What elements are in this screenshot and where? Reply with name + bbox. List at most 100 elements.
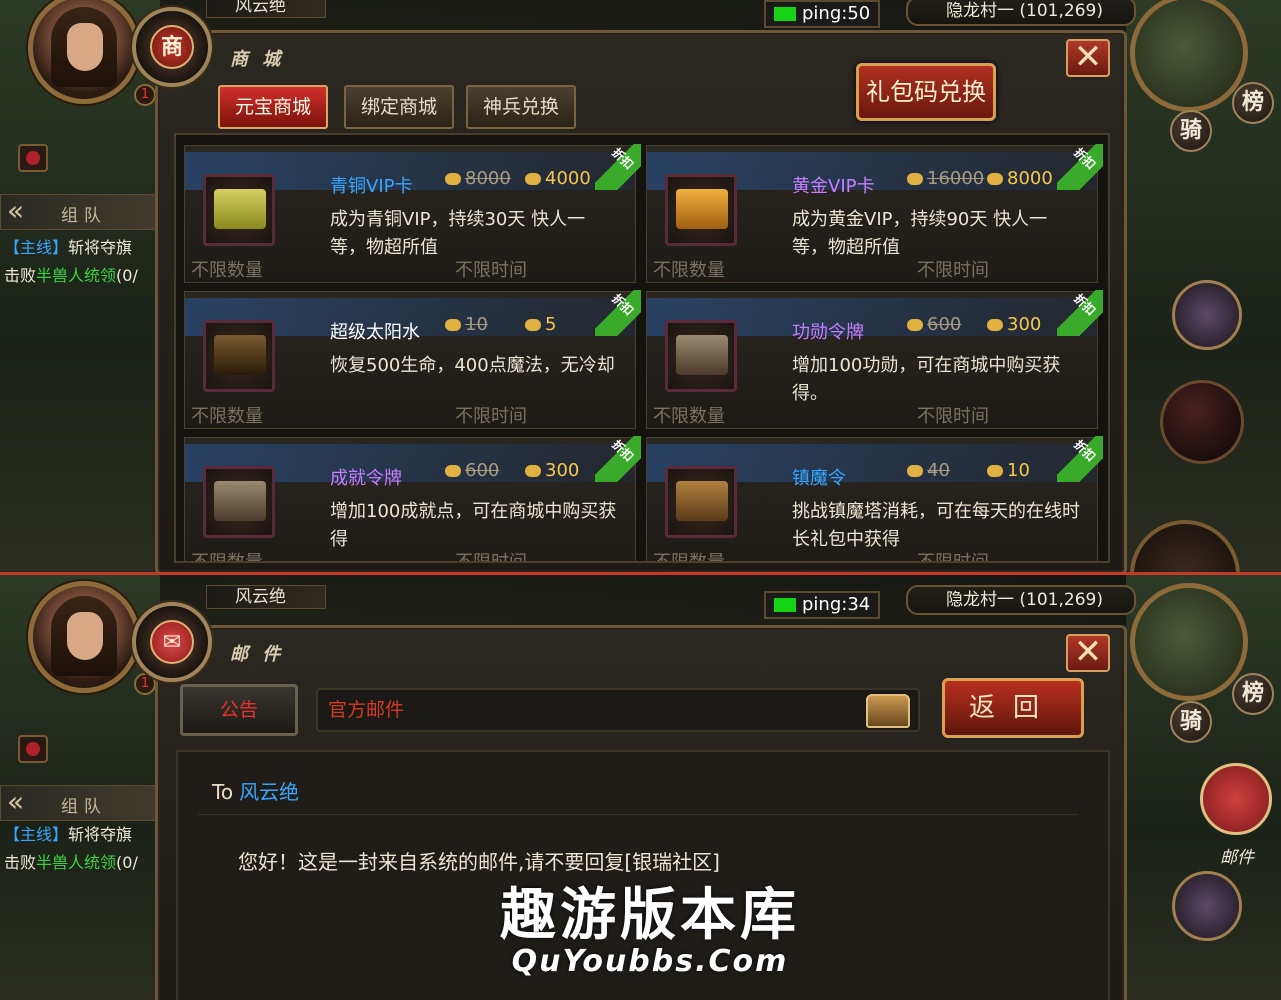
discount-price: 300 [525, 460, 579, 481]
panel-title: 商 城 [230, 49, 285, 70]
gold-coin-icon [525, 173, 541, 185]
team-tab[interactable]: « 组队 [0, 194, 156, 230]
tab-yuanbao-shop[interactable]: 元宝商城 [218, 85, 328, 129]
item-description: 恢复500生命，400点魔法，无冷却 [330, 355, 615, 376]
ride-button[interactable]: 骑 [1170, 701, 1212, 743]
shop-panel: 商 商 城 ✕ 元宝商城 绑定商城 神兵兑换 礼包码兑换 青铜VIP卡 8000 4… [132, 7, 1127, 572]
quest-tracker[interactable]: 【主线】斩将夺旗 击败半兽人统领(0/ [4, 234, 156, 290]
mail-emblem-icon: ✉ [132, 602, 212, 682]
close-button[interactable]: ✕ [1066, 39, 1110, 77]
shop-item-card[interactable]: 青铜VIP卡 8000 4000 成为青铜VIP，持续30天 快人一等，物超所值 不限数… [184, 144, 641, 283]
shop-item-card[interactable]: 成就令牌 600 300 增加100成就点，可在商城中购买获得 不限数量 不限时间 折扣 [184, 436, 641, 563]
gold-coin-icon [987, 173, 1003, 185]
gold-coin-icon [445, 465, 461, 477]
ride-button[interactable]: 骑 [1170, 110, 1212, 152]
back-button[interactable]: 返回 [942, 678, 1084, 738]
gift-code-button[interactable]: 礼包码兑换 [856, 63, 996, 121]
gold-coin-icon [525, 465, 541, 477]
close-button[interactable]: ✕ [1066, 634, 1110, 672]
item-quantity: 不限数量 [191, 406, 263, 427]
original-price: 10 [445, 314, 488, 335]
item-time-limit: 不限时间 [455, 260, 527, 281]
item-quantity: 不限数量 [653, 406, 725, 427]
tab-bound-shop[interactable]: 绑定商城 [344, 85, 454, 129]
gold-coin-icon [445, 319, 461, 331]
signal-icon [774, 7, 796, 21]
mail-label: 邮件 [1220, 848, 1254, 868]
minimap[interactable] [1130, 583, 1248, 701]
gold-coin-icon [445, 173, 461, 185]
sun-water-icon[interactable] [203, 320, 275, 392]
discount-price: 10 [987, 460, 1030, 481]
original-price: 8000 [445, 168, 511, 189]
discount-price: 8000 [987, 168, 1053, 189]
collapse-arrow-icon[interactable]: « [7, 786, 24, 818]
gold-coin-icon [907, 465, 923, 477]
item-time-limit: 不限时间 [917, 552, 989, 563]
ping-indicator: ping:50 [764, 0, 880, 28]
merit-token-icon[interactable] [665, 320, 737, 392]
item-name: 青铜VIP卡 [330, 176, 413, 197]
buff-icon[interactable] [18, 735, 48, 763]
shop-item-card[interactable]: 镇魔令 40 10 挑战镇魔塔消耗，可在每天的在线时长礼包中获得不限数量 不限时间 折扣 [646, 436, 1103, 563]
achievement-token-icon[interactable] [203, 466, 275, 538]
mail-recipient: To 风云绝 [212, 780, 300, 804]
shop-emblem-icon: 商 [132, 7, 212, 87]
ping-indicator: ping:34 [764, 591, 880, 619]
item-quantity: 不限数量 [653, 552, 725, 563]
rank-button[interactable]: 榜 [1232, 673, 1274, 715]
discount-ribbon: 折扣 [1057, 436, 1103, 482]
rank-button[interactable]: 榜 [1232, 82, 1274, 124]
signal-icon [774, 598, 796, 612]
gold-coin-icon [907, 319, 923, 331]
bronze-vip-card-icon[interactable] [203, 174, 275, 246]
shop-item-card[interactable]: 黄金VIP卡 16000 8000 成为黄金VIP，持续90天 快人一等，物超所值 不限… [646, 144, 1103, 283]
wing-skill-icon[interactable] [1172, 280, 1242, 350]
discount-ribbon: 折扣 [1057, 144, 1103, 190]
discount-ribbon: 折扣 [595, 436, 641, 482]
shop-item-card[interactable]: 超级太阳水 10 5 恢复500生命，400点魔法，无冷却 不限数量 不限时间 折扣 [184, 290, 641, 429]
item-name: 镇魔令 [792, 468, 846, 489]
watermark: 趣游版本库 QuYoubbs.Com [500, 882, 800, 979]
panel-title: 邮 件 [230, 644, 285, 665]
item-description: 挑战镇魔塔消耗，可在每天的在线时长礼包中获得 [792, 501, 1080, 550]
item-description: 增加100功勋，可在商城中购买获得。 [792, 355, 1061, 404]
shop-item-card[interactable]: 功勋令牌 600 300 增加100功勋，可在商城中购买获得。 不限数量 不限时间 折扣 [646, 290, 1103, 429]
item-time-limit: 不限时间 [917, 260, 989, 281]
original-price: 600 [445, 460, 499, 481]
tab-notice[interactable]: 公告 [180, 684, 298, 736]
treasure-chest-icon[interactable] [866, 694, 910, 728]
level-badge: 1 [134, 84, 156, 106]
item-description: 增加100成就点，可在商城中购买获得 [330, 501, 617, 550]
wing-skill-icon[interactable] [1172, 871, 1242, 941]
gold-vip-card-icon[interactable] [665, 174, 737, 246]
item-quantity: 不限数量 [191, 552, 263, 563]
mail-icon[interactable] [1200, 763, 1272, 835]
discount-price: 300 [987, 314, 1041, 335]
location-label: 隐龙村一 (101,269) [906, 585, 1136, 615]
player-avatar[interactable] [28, 581, 140, 693]
divider [198, 814, 1078, 815]
buff-icon[interactable] [18, 144, 48, 172]
collapse-arrow-icon[interactable]: « [7, 195, 24, 227]
demon-seal-icon[interactable] [665, 466, 737, 538]
location-label: 隐龙村一 (101,269) [906, 0, 1136, 26]
team-tab[interactable]: « 组队 [0, 785, 156, 821]
original-price: 16000 [907, 168, 984, 189]
item-time-limit: 不限时间 [455, 406, 527, 427]
gold-coin-icon [907, 173, 923, 185]
quest-tracker[interactable]: 【主线】斩将夺旗 击败半兽人统领(0/ [4, 821, 156, 877]
item-description: 成为青铜VIP，持续30天 快人一等，物超所值 [330, 209, 586, 258]
tab-weapon-exchange[interactable]: 神兵兑换 [466, 85, 576, 129]
gold-coin-icon [987, 319, 1003, 331]
item-time-limit: 不限时间 [917, 406, 989, 427]
item-quantity: 不限数量 [653, 260, 725, 281]
item-time-limit: 不限时间 [455, 552, 527, 563]
skill-orb-icon[interactable] [1160, 380, 1244, 464]
shop-screen: 1 风云绝 ping:50 隐龙村一 (101,269) « 组队 【主线】斩将… [0, 0, 1281, 572]
original-price: 40 [907, 460, 950, 481]
mail-subject-row[interactable]: 官方邮件 [316, 688, 920, 732]
discount-ribbon: 折扣 [595, 144, 641, 190]
original-price: 600 [907, 314, 961, 335]
discount-price: 4000 [525, 168, 591, 189]
